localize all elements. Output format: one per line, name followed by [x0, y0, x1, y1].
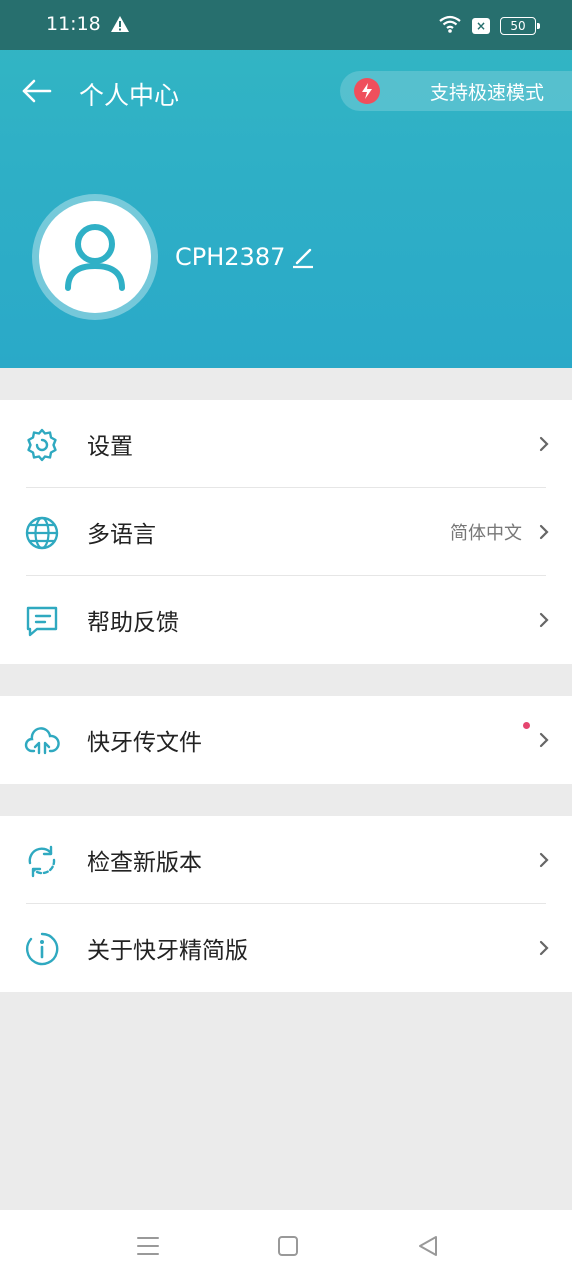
menu-group-general: 设置 多语言 简体中文 帮助反馈 [0, 400, 572, 664]
speed-mode-button[interactable]: 支持极速模式 [340, 71, 572, 111]
menu-group-transfer: 快牙传文件 [0, 696, 572, 784]
status-bar: 11:18 × 50 [0, 0, 572, 50]
info-icon [24, 931, 60, 967]
edit-pencil-icon[interactable] [291, 245, 315, 269]
settings-label: 设置 [87, 434, 133, 460]
wifi-icon [438, 14, 462, 38]
menu-lines-icon[interactable] [134, 1232, 162, 1260]
username-text: CPH2387 [175, 243, 286, 271]
chevron-right-icon [538, 610, 550, 630]
user-avatar-icon [65, 224, 125, 291]
speed-mode-label: 支持极速模式 [430, 81, 545, 104]
menu-item-language[interactable]: 多语言 简体中文 [0, 488, 572, 576]
sim-status-icon: × [472, 18, 490, 34]
menu-item-settings[interactable]: 设置 [0, 400, 572, 488]
refresh-icon [24, 843, 60, 879]
globe-icon [24, 515, 60, 551]
username[interactable]: CPH2387 [175, 243, 315, 271]
back-arrow-icon[interactable] [20, 74, 56, 110]
back-triangle-icon[interactable] [414, 1232, 442, 1260]
lightning-icon [354, 78, 380, 104]
feedback-icon [24, 603, 60, 639]
new-badge-dot [523, 722, 530, 729]
about-label: 关于快牙精简版 [87, 938, 248, 964]
menu-item-check-update[interactable]: 检查新版本 [0, 816, 572, 904]
language-value: 简体中文 [450, 523, 522, 544]
system-navigation-bar [0, 1210, 572, 1280]
gear-icon [24, 427, 60, 463]
cloud-upload-icon [24, 723, 60, 759]
page-title: 个人中心 [79, 81, 180, 110]
app-header: 个人中心 支持极速模式 [0, 50, 572, 134]
chevron-right-icon [538, 850, 550, 870]
feedback-label: 帮助反馈 [87, 610, 179, 636]
avatar[interactable] [32, 194, 158, 320]
menu-item-about[interactable]: 关于快牙精简版 [0, 904, 572, 992]
check-update-label: 检查新版本 [87, 850, 202, 876]
transfer-label: 快牙传文件 [87, 730, 202, 756]
menu-group-about: 检查新版本 关于快牙精简版 [0, 816, 572, 992]
status-indicators: × 50 [438, 14, 540, 38]
menu-item-feedback[interactable]: 帮助反馈 [0, 576, 572, 664]
warning-icon [110, 15, 130, 37]
menu-item-transfer[interactable]: 快牙传文件 [0, 696, 572, 784]
home-square-icon[interactable] [274, 1232, 302, 1260]
chevron-right-icon [538, 730, 550, 750]
battery-icon: 50 [500, 17, 540, 35]
chevron-right-icon [538, 434, 550, 454]
chevron-right-icon [538, 938, 550, 958]
status-time: 11:18 [46, 13, 101, 35]
chevron-right-icon [538, 522, 550, 542]
language-label: 多语言 [87, 522, 156, 548]
